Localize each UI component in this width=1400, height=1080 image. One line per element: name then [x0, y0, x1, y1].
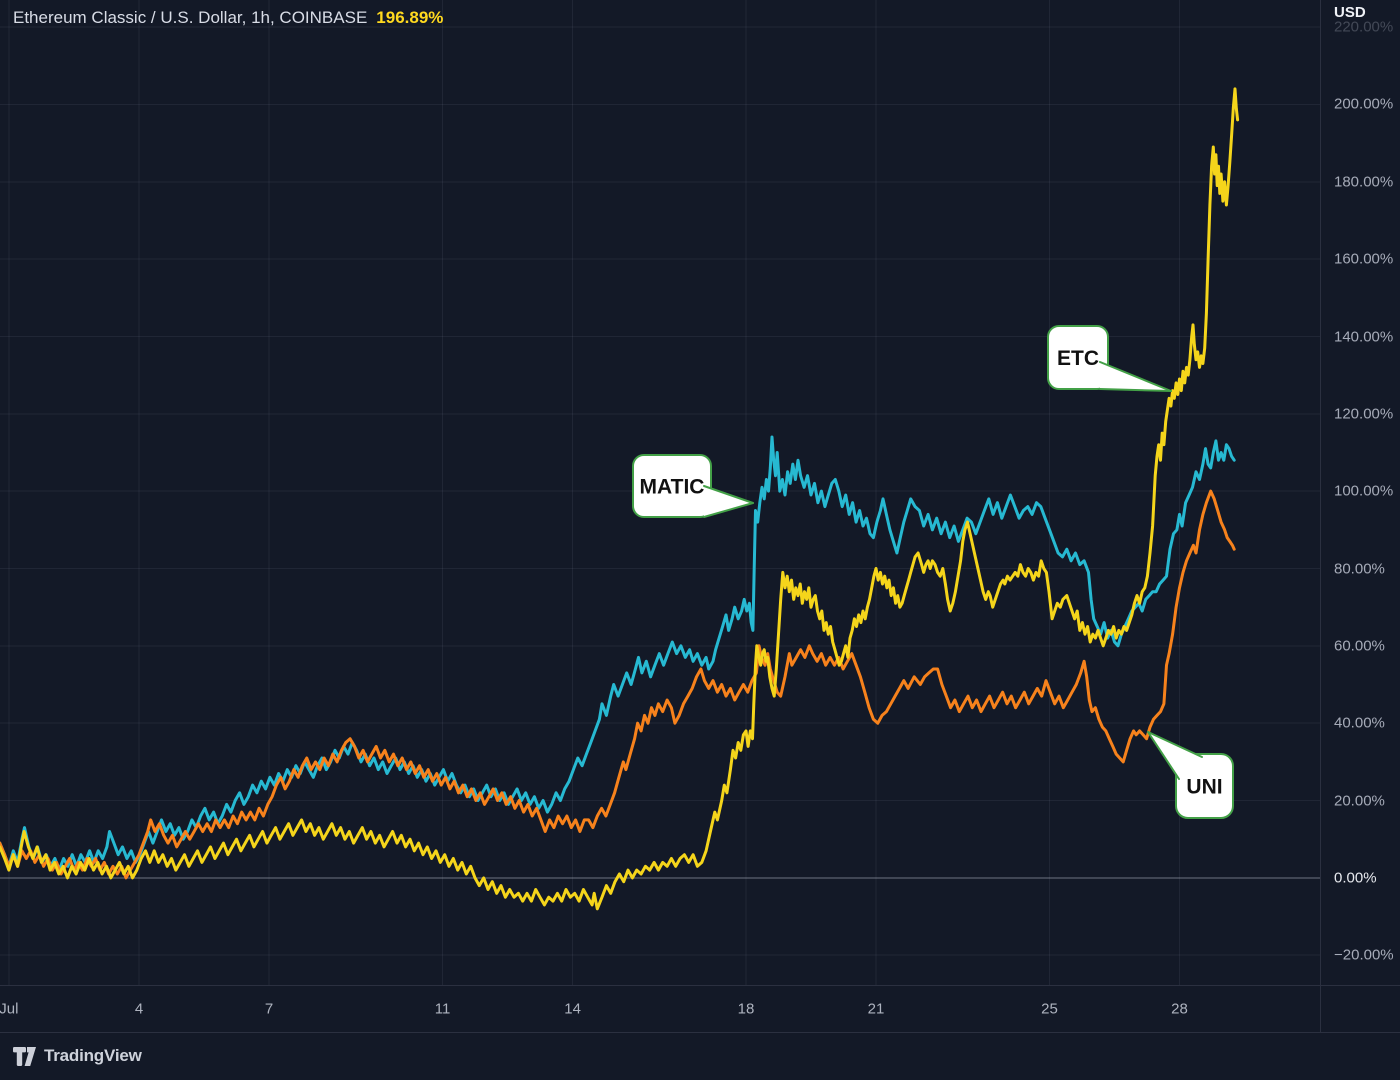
time-tick-label: 25 [1041, 1001, 1058, 1018]
tradingview-logo-text: TradingView [44, 1046, 142, 1066]
callout-etc[interactable]: ETC [1048, 326, 1171, 391]
series-line-etc[interactable] [0, 89, 1238, 909]
time-tick-label: Jul [0, 1001, 18, 1018]
price-tick-label: 140.00% [1334, 328, 1393, 345]
price-tick-label: 220.00% [1334, 19, 1393, 36]
time-tick-label: 28 [1171, 1001, 1188, 1018]
price-tick-label: 120.00% [1334, 405, 1393, 422]
price-tick-label: 100.00% [1334, 483, 1393, 500]
price-tick-label: 200.00% [1334, 96, 1393, 113]
price-tick-label: −20.00% [1334, 947, 1394, 964]
callout-matic[interactable]: MATIC [633, 455, 753, 517]
price-tick-label: 0.00% [1334, 869, 1377, 886]
callout-label: UNI [1186, 776, 1222, 799]
chart-plot-area[interactable]: MATIC ETC UNI [0, 0, 1320, 985]
tradingview-logo-icon [13, 1047, 36, 1066]
time-tick-label: 4 [135, 1001, 143, 1018]
callout-label: MATIC [640, 476, 705, 499]
price-axis[interactable]: USD 220.00%200.00%180.00%160.00%140.00%1… [1320, 0, 1400, 1033]
time-tick-label: 21 [868, 1001, 885, 1018]
tradingview-logo[interactable]: TradingView [13, 1046, 142, 1066]
callout-label: ETC [1057, 347, 1099, 370]
time-tick-label: 18 [738, 1001, 755, 1018]
callout-uni[interactable]: UNI [1148, 732, 1233, 818]
bottom-bar: TradingView [0, 1033, 1400, 1080]
tradingview-chart-widget: MATIC ETC UNI Ethereum Classic / U.S. Doll… [0, 0, 1400, 1080]
symbol-title[interactable]: Ethereum Classic / U.S. Dollar, 1h, COIN… [13, 8, 367, 27]
price-tick-label: 60.00% [1334, 637, 1385, 654]
time-tick-label: 7 [265, 1001, 273, 1018]
time-tick-label: 11 [435, 1001, 451, 1018]
time-tick-label: 14 [564, 1001, 581, 1018]
price-tick-label: 40.00% [1334, 715, 1385, 732]
price-tick-label: 160.00% [1334, 251, 1393, 268]
time-axis[interactable]: Jul 4 7 11 14 18 21 25 28 [0, 985, 1400, 1033]
chart-legend: Ethereum Classic / U.S. Dollar, 1h, COIN… [13, 8, 443, 28]
price-tick-label: 180.00% [1334, 173, 1393, 190]
change-percent-value: 196.89% [376, 8, 443, 27]
price-tick-label: 80.00% [1334, 560, 1385, 577]
price-tick-label: 20.00% [1334, 792, 1385, 809]
